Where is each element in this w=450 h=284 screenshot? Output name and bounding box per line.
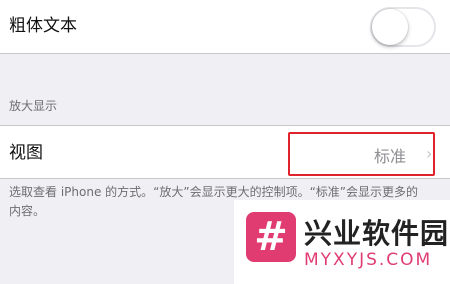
bold-text-toggle[interactable] (370, 7, 436, 47)
watermark-logo-icon: # (246, 212, 296, 262)
bold-text-label: 粗体文本 (9, 16, 77, 36)
toggle-knob (372, 9, 408, 45)
watermark-subtitle: MYXYJS.COM (304, 250, 433, 270)
watermark-title: 兴业软件园 (304, 217, 450, 250)
highlight-box (288, 132, 435, 176)
view-label: 视图 (9, 143, 43, 163)
section-header-zoom: 放大显示 (9, 99, 58, 113)
bold-text-row: 粗体文本 (0, 0, 450, 54)
watermark: # 兴业软件园 MYXYJS.COM (234, 200, 450, 284)
